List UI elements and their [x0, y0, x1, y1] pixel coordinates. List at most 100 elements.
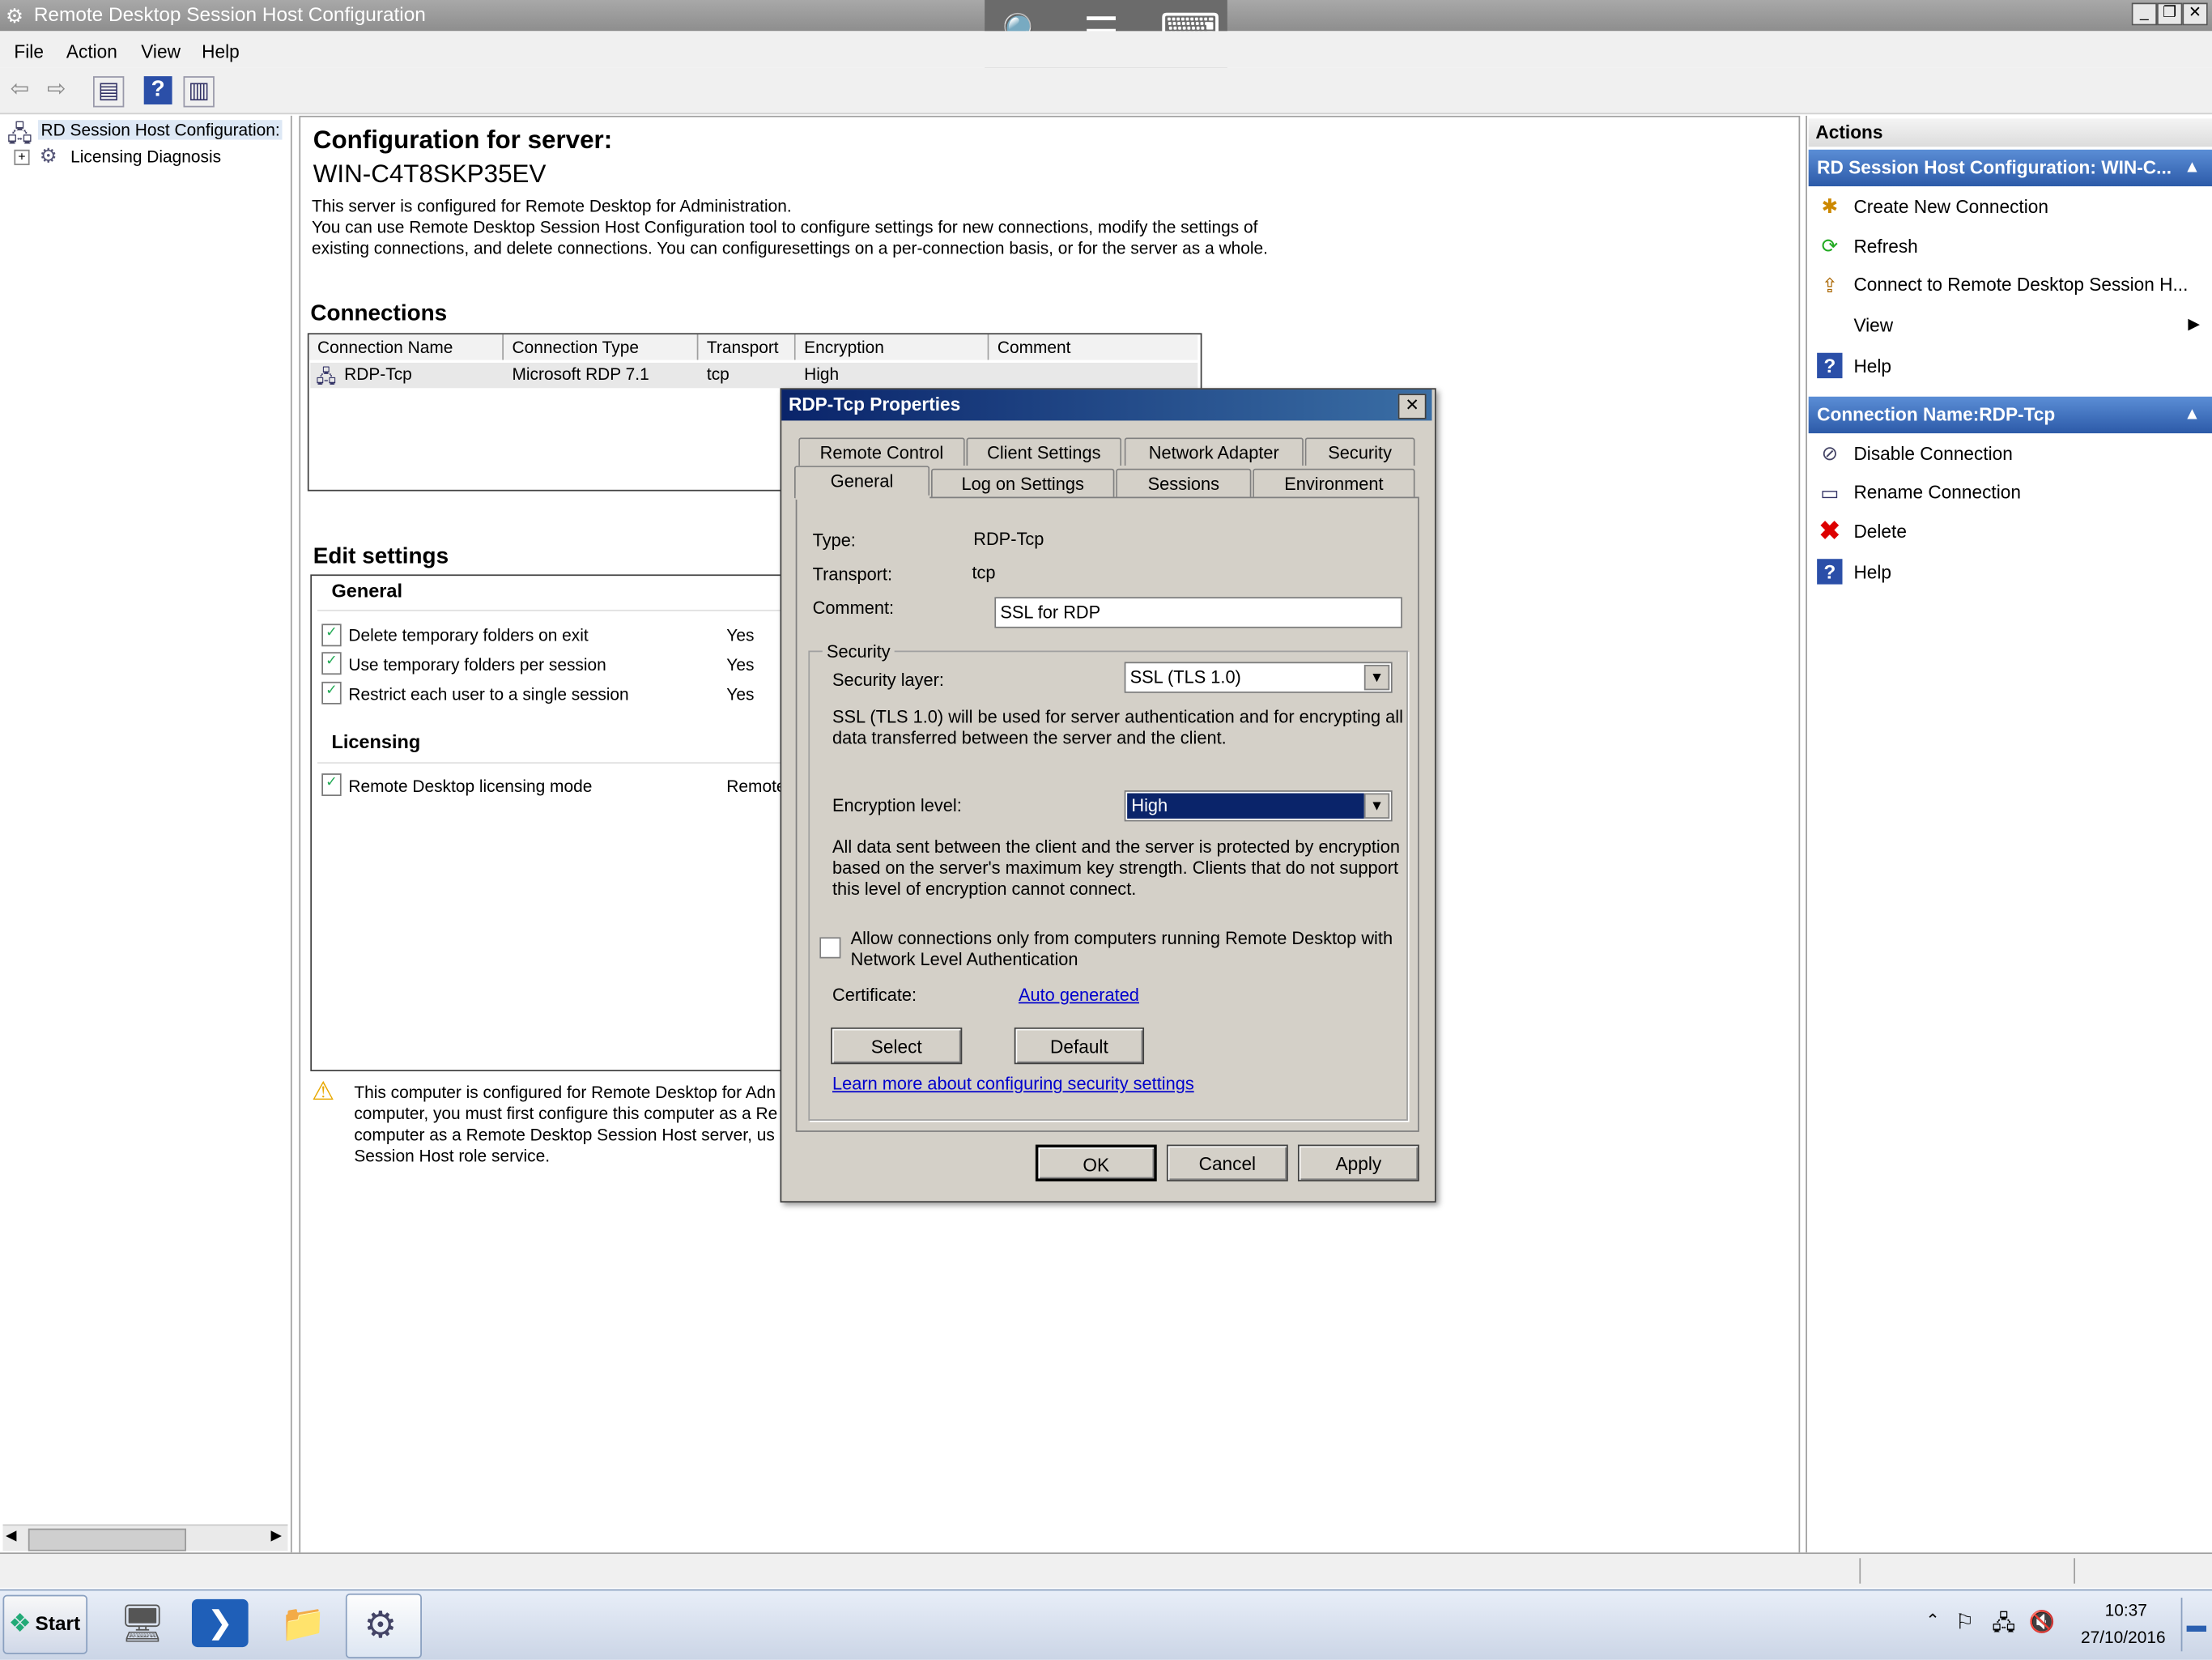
- chevron-down-icon[interactable]: ▼: [1363, 793, 1390, 819]
- col-comment[interactable]: Comment: [989, 334, 1198, 360]
- collapse-icon[interactable]: ▲: [2184, 403, 2201, 423]
- transport-value: tcp: [972, 563, 996, 583]
- rdsh-config-taskbar-button[interactable]: ⚙: [345, 1593, 422, 1659]
- setting-icon: ✓: [321, 681, 342, 704]
- scroll-right-icon[interactable]: ▶: [271, 1529, 282, 1544]
- scroll-thumb[interactable]: [28, 1528, 186, 1551]
- close-window-button[interactable]: ✕: [2182, 2, 2208, 26]
- edit-settings-title: Edit settings: [313, 544, 449, 569]
- table-row[interactable]: [310, 362, 1198, 389]
- action-center-flag-icon[interactable]: ⚐: [1955, 1609, 1974, 1635]
- action-view[interactable]: View: [1853, 315, 1893, 336]
- menu-file[interactable]: File: [14, 41, 44, 62]
- licensing-section-title: Licensing: [331, 730, 421, 753]
- security-layer-select[interactable]: SSL (TLS 1.0): [1124, 662, 1393, 693]
- action-help-connection[interactable]: Help: [1853, 562, 1891, 583]
- status-divider: [1859, 1558, 1861, 1584]
- select-button[interactable]: Select: [831, 1027, 963, 1065]
- setting-label[interactable]: Restrict each user to a single session: [348, 684, 628, 704]
- row-connection-name: RDP-Tcp: [344, 364, 412, 385]
- menu-view[interactable]: View: [141, 41, 181, 62]
- tree-root[interactable]: RD Session Host Configuration:: [38, 120, 283, 140]
- tab-logon-settings[interactable]: Log on Settings: [930, 468, 1115, 497]
- actions-group-connection[interactable]: Connection Name:RDP-Tcp: [1808, 396, 2212, 434]
- dialog-close-button[interactable]: ✕: [1397, 394, 1427, 419]
- action-refresh[interactable]: Refresh: [1853, 236, 1917, 257]
- col-connection-type[interactable]: Connection Type: [504, 334, 699, 360]
- action-create-new-connection[interactable]: Create New Connection: [1853, 196, 2048, 217]
- show-tree-icon[interactable]: ▤: [92, 76, 125, 108]
- active-tab-join: [795, 495, 930, 500]
- action-delete[interactable]: Delete: [1853, 521, 1906, 542]
- tab-client-settings[interactable]: Client Settings: [966, 437, 1122, 466]
- encryption-desc-2: based on the server's maximum key streng…: [832, 858, 1399, 879]
- divider: [317, 609, 784, 611]
- menu-help[interactable]: Help: [202, 41, 240, 62]
- explorer-folder-icon[interactable]: 📁: [272, 1595, 334, 1652]
- tab-security[interactable]: Security: [1304, 437, 1415, 466]
- setting-label[interactable]: Delete temporary folders on exit: [348, 625, 588, 645]
- show-action-pane-icon[interactable]: ▥: [183, 76, 215, 108]
- encryption-level-select[interactable]: High: [1124, 790, 1393, 822]
- scroll-left-icon[interactable]: ◀: [6, 1529, 16, 1544]
- menu-action[interactable]: Action: [66, 41, 117, 62]
- setting-label[interactable]: Remote Desktop licensing mode: [348, 777, 592, 796]
- show-hidden-icons-icon[interactable]: ⌃: [1925, 1611, 1940, 1630]
- tab-general[interactable]: General: [793, 466, 930, 499]
- server-heading: Configuration for server:: [313, 126, 613, 154]
- tab-sessions[interactable]: Sessions: [1116, 468, 1252, 497]
- action-help[interactable]: Help: [1853, 355, 1891, 377]
- setting-label[interactable]: Use temporary folders per session: [348, 655, 606, 675]
- window-title: Remote Desktop Session Host Configuratio…: [33, 2, 426, 26]
- actions-group-server[interactable]: RD Session Host Configuration: WIN-C...: [1808, 149, 2212, 187]
- licensing-icon: ⚙: [39, 143, 57, 167]
- network-icon[interactable]: 🖧: [1992, 1609, 2015, 1645]
- clock-date[interactable]: 27/10/2016: [2081, 1628, 2166, 1647]
- default-button[interactable]: Default: [1014, 1027, 1145, 1065]
- tab-environment[interactable]: Environment: [1253, 468, 1415, 497]
- cancel-button[interactable]: Cancel: [1166, 1144, 1288, 1181]
- action-disable-connection[interactable]: Disable Connection: [1853, 443, 2012, 464]
- tree-scrollbar[interactable]: ◀ ▶: [2, 1524, 288, 1551]
- tab-network-adapter[interactable]: Network Adapter: [1124, 437, 1304, 466]
- col-connection-name[interactable]: Connection Name: [308, 334, 504, 360]
- setting-icon: ✓: [321, 652, 342, 675]
- certificate-label: Certificate:: [832, 985, 917, 1006]
- chevron-down-icon[interactable]: ▼: [1363, 664, 1390, 691]
- refresh-icon: ⟳: [1821, 234, 1839, 258]
- back-arrow-icon[interactable]: ⇦: [6, 76, 34, 104]
- clock-time[interactable]: 10:37: [2105, 1601, 2147, 1620]
- collapse-icon[interactable]: ▲: [2184, 156, 2201, 176]
- tree-licensing-diagnosis[interactable]: Licensing Diagnosis: [70, 147, 221, 166]
- certificate-link[interactable]: Auto generated: [1019, 985, 1139, 1005]
- help-icon[interactable]: ?: [143, 76, 172, 104]
- col-transport[interactable]: Transport: [698, 334, 796, 360]
- comment-input[interactable]: SSL for RDP: [994, 597, 1402, 628]
- minimize-button[interactable]: _: [2131, 2, 2158, 26]
- security-desc-1: SSL (TLS 1.0) will be used for server au…: [832, 707, 1403, 727]
- volume-muted-icon[interactable]: 🔇: [2028, 1609, 2055, 1635]
- tab-remote-control[interactable]: Remote Control: [798, 437, 965, 466]
- apply-button[interactable]: Apply: [1297, 1144, 1419, 1181]
- group-title: RD Session Host Configuration: WIN-C...: [1817, 156, 2172, 178]
- action-connect-rdsh[interactable]: Connect to Remote Desktop Session H...: [1853, 274, 2188, 295]
- learn-more-link[interactable]: Learn more about configuring security se…: [832, 1074, 1194, 1093]
- show-desktop-button[interactable]: ▬: [2180, 1598, 2211, 1652]
- nla-checkbox[interactable]: [819, 937, 841, 959]
- expand-icon[interactable]: +: [14, 149, 30, 165]
- console-tree: [0, 115, 292, 1553]
- server-manager-icon[interactable]: 🖥: [112, 1595, 174, 1652]
- rename-icon: ▭: [1820, 481, 1840, 504]
- nla-label-1: Allow connections only from computers ru…: [850, 928, 1393, 949]
- forward-arrow-icon[interactable]: ⇨: [42, 76, 70, 104]
- powershell-icon[interactable]: ❯: [191, 1598, 249, 1648]
- start-button[interactable]: ❖ Start: [2, 1594, 88, 1654]
- general-section-title: General: [331, 580, 403, 602]
- ok-button[interactable]: OK: [1035, 1144, 1157, 1181]
- col-encryption[interactable]: Encryption: [795, 334, 989, 360]
- action-rename-connection[interactable]: Rename Connection: [1853, 481, 2021, 502]
- restore-button[interactable]: ❐: [2157, 2, 2183, 26]
- setting-value: Yes: [726, 625, 755, 645]
- start-label: Start: [35, 1611, 81, 1635]
- server-name: WIN-C4T8SKP35EV: [313, 159, 547, 188]
